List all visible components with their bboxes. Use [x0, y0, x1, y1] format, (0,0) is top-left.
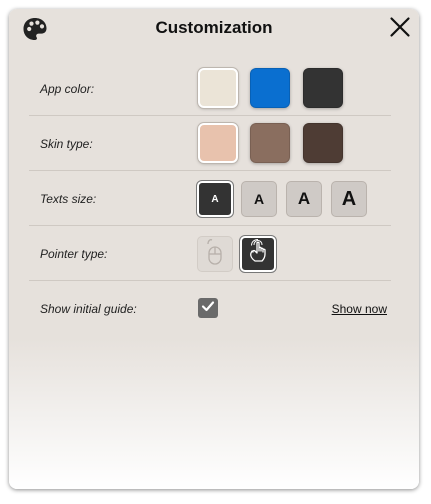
pointer-touch-button[interactable] — [240, 236, 276, 272]
initial-guide-checkbox[interactable] — [198, 298, 218, 318]
pointer-type-row: Pointer type: — [9, 226, 419, 281]
text-size-large-button[interactable]: A — [331, 181, 367, 217]
app-color-swatch-blue[interactable] — [250, 68, 290, 108]
app-color-label: App color: — [40, 81, 95, 96]
close-icon[interactable] — [389, 16, 411, 38]
text-size-medium-button[interactable]: A — [286, 181, 322, 217]
pointer-mouse-button[interactable] — [197, 236, 233, 272]
texts-size-label: Texts size: — [40, 191, 97, 206]
mouse-icon — [203, 238, 227, 271]
touch-hand-icon — [245, 238, 271, 270]
text-size-label: A — [211, 193, 219, 205]
text-size-xsmall-button[interactable]: A — [197, 181, 233, 217]
checkmark-icon — [200, 298, 216, 319]
app-color-row: App color: — [9, 61, 419, 116]
app-color-swatch-cream[interactable] — [198, 68, 238, 108]
skin-type-label: Skin type: — [40, 136, 93, 151]
initial-guide-row: Show initial guide: Show now — [9, 281, 419, 336]
customization-dialog: Customization App color: Skin type: Text… — [9, 9, 419, 489]
text-size-label: A — [297, 189, 311, 208]
skin-swatch-light[interactable] — [198, 123, 238, 163]
text-size-label: A — [253, 191, 265, 207]
skin-swatch-dark[interactable] — [303, 123, 343, 163]
text-size-label: A — [341, 187, 357, 210]
initial-guide-label: Show initial guide: — [40, 301, 137, 316]
texts-size-row: Texts size: A A A A — [9, 171, 419, 226]
dialog-title: Customization — [155, 18, 273, 37]
skin-swatch-medium[interactable] — [250, 123, 290, 163]
skin-type-row: Skin type: — [9, 116, 419, 171]
text-size-small-button[interactable]: A — [241, 181, 277, 217]
show-now-link[interactable]: Show now — [332, 302, 387, 316]
pointer-type-label: Pointer type: — [40, 246, 108, 261]
app-color-swatch-dark[interactable] — [303, 68, 343, 108]
